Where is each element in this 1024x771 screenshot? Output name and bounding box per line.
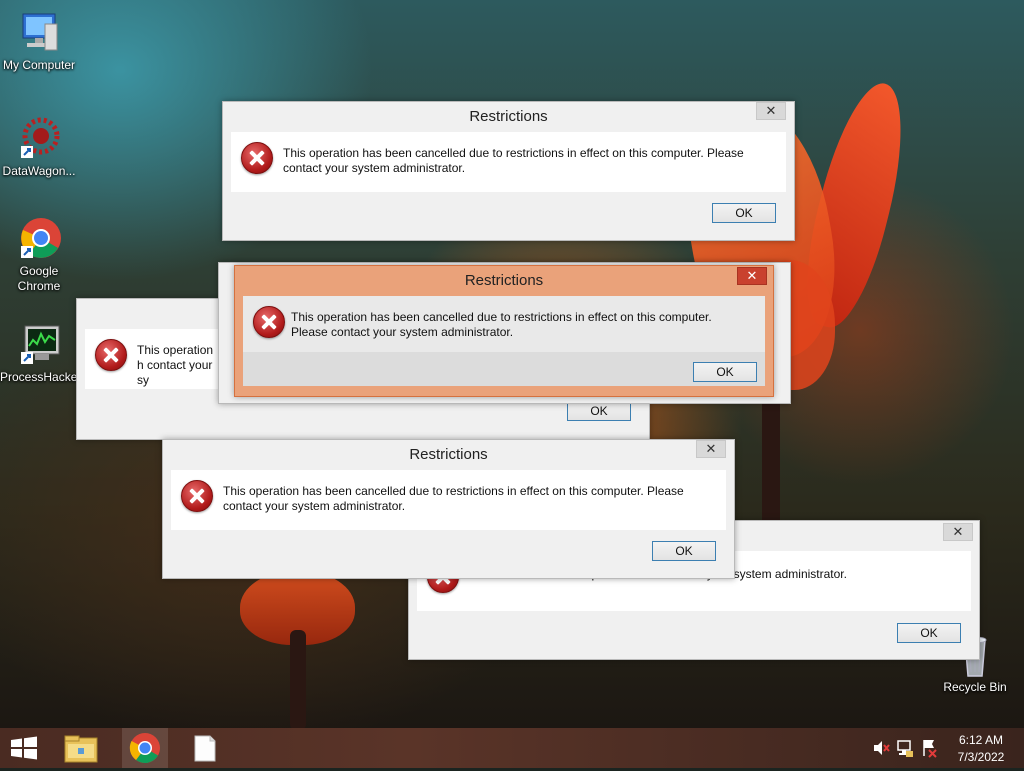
- ok-button[interactable]: OK: [693, 362, 757, 382]
- processhacker-icon: [15, 322, 63, 368]
- taskbar-document[interactable]: [182, 728, 228, 768]
- action-center-icon: [923, 740, 937, 758]
- error-icon: [95, 339, 127, 371]
- dialog-content: This operation has been cancelled due to…: [171, 470, 726, 530]
- network-icon: [897, 740, 913, 757]
- dialog-message: This operation has been cancelled due to…: [223, 484, 684, 513]
- datawagon-icon: [15, 116, 63, 162]
- dialog-message: This operation has been cancelled due to…: [291, 310, 712, 339]
- volume-button[interactable]: [870, 728, 892, 768]
- chrome-icon: [129, 733, 160, 764]
- desktop-icon-datawagon[interactable]: DataWagon...: [0, 116, 78, 179]
- desktop-icon-my-computer[interactable]: My Computer: [0, 10, 78, 73]
- close-button[interactable]: ✕: [737, 267, 767, 285]
- ok-button[interactable]: OK: [897, 623, 961, 643]
- close-button[interactable]: ✕: [696, 440, 726, 458]
- clock-time[interactable]: 6:12 AM: [946, 733, 1016, 747]
- dialog-content: This operation has been cancelled due to…: [243, 296, 765, 352]
- dialog-content: This operation has been cancelled due to…: [231, 132, 786, 192]
- action-center-button[interactable]: [918, 728, 940, 768]
- taskbar-chrome[interactable]: [122, 728, 168, 768]
- dialog-message: This operation has been cancelled due to…: [283, 146, 744, 175]
- ok-button[interactable]: OK: [712, 203, 776, 223]
- dialog-title: Restrictions: [469, 108, 548, 125]
- desktop-icon-label: Recycle Bin: [943, 680, 1007, 694]
- computer-icon: [15, 10, 63, 56]
- dialog-titlebar[interactable]: Restrictions: [223, 102, 794, 132]
- desktop-icon-google-chrome[interactable]: Google Chrome: [0, 216, 78, 294]
- file-explorer-icon: [64, 735, 98, 763]
- error-icon: [253, 306, 285, 338]
- dialog-footer: [243, 352, 765, 386]
- desktop-icon-label: DataWagon...: [2, 164, 76, 178]
- desktop-icon-processhacker[interactable]: ProcessHacker: [0, 322, 82, 385]
- close-button[interactable]: ✕: [943, 523, 973, 541]
- dialog-title: Restrictions: [409, 446, 488, 463]
- desktop-icon-label: My Computer: [2, 58, 76, 72]
- start-icon: [11, 736, 37, 760]
- ok-button[interactable]: OK: [652, 541, 716, 561]
- restrictions-dialog[interactable]: Restrictions ✕ This operation has been c…: [162, 439, 735, 579]
- taskbar: 6:12 AM 7/3/2022: [0, 728, 1024, 768]
- dialog-titlebar[interactable]: Restrictions: [163, 440, 734, 470]
- clock-date[interactable]: 7/3/2022: [946, 750, 1016, 764]
- ok-button[interactable]: OK: [567, 401, 631, 421]
- document-icon: [194, 735, 216, 762]
- flower-stem: [290, 630, 306, 730]
- start-button[interactable]: [0, 728, 48, 768]
- error-icon: [241, 142, 273, 174]
- dialog-title: Restrictions: [464, 272, 544, 289]
- close-button[interactable]: ✕: [756, 102, 786, 120]
- chrome-icon: [15, 216, 63, 262]
- dialog-message: This operation h contact your sy: [137, 343, 214, 387]
- restrictions-dialog[interactable]: Restrictions ✕ This operation has been c…: [222, 101, 795, 241]
- network-button[interactable]: [894, 728, 916, 768]
- error-icon: [181, 480, 213, 512]
- dialog-titlebar[interactable]: Restrictions: [235, 266, 773, 296]
- desktop-icon-label: ProcessHacker: [0, 370, 82, 384]
- restrictions-dialog-active[interactable]: Restrictions ✕ This operation has been c…: [234, 265, 774, 397]
- desktop-icon-label: Google Chrome: [17, 264, 61, 293]
- taskbar-file-explorer[interactable]: [58, 728, 104, 768]
- volume-muted-icon: [874, 741, 890, 755]
